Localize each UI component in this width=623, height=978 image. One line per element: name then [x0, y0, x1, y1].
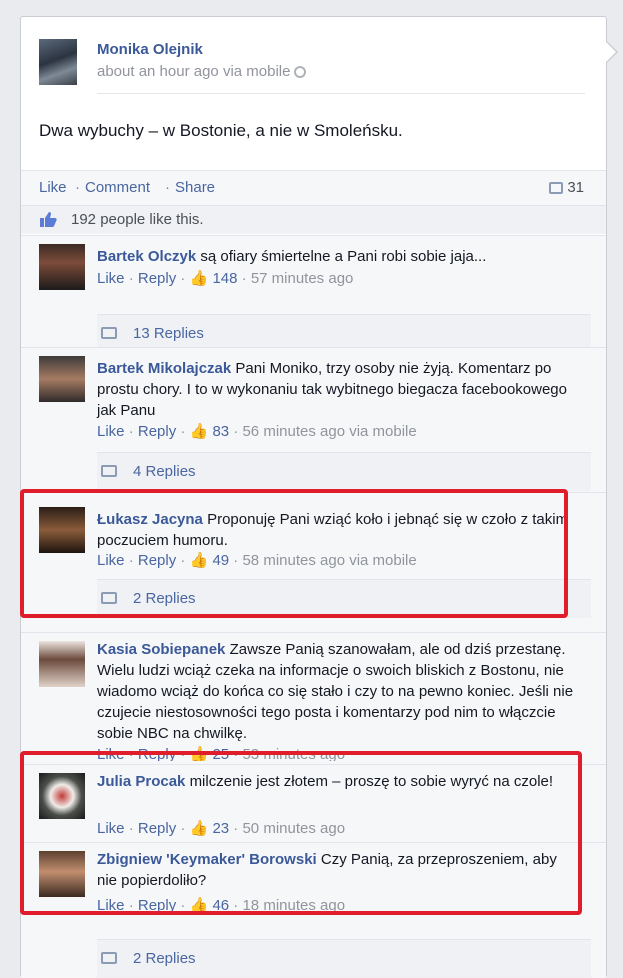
- commenter-avatar[interactable]: [39, 356, 85, 402]
- author-name[interactable]: Monika Olejnik: [97, 41, 203, 58]
- post-actions: Like · Comment · Share 31: [21, 170, 606, 205]
- commenter-name[interactable]: Bartek Mikolajczak: [97, 360, 231, 377]
- replies-bar[interactable]: 2 Replies: [97, 939, 591, 978]
- comment-link[interactable]: Comment: [85, 179, 150, 196]
- share-link[interactable]: Share: [175, 179, 215, 196]
- post-meta: about an hour ago via mobile: [97, 63, 307, 80]
- comment-reply-link[interactable]: Reply: [138, 423, 176, 440]
- comment-meta: Like · Reply · 👍 83 · 56 minutes ago via…: [97, 423, 417, 440]
- comment-text: Kasia Sobiepanek Zawsze Panią szanowałam…: [97, 639, 577, 744]
- replies-bar[interactable]: 4 Replies: [97, 452, 591, 491]
- reply-icon: [101, 952, 117, 964]
- comment-like-link[interactable]: Like: [97, 270, 125, 287]
- comment-time[interactable]: 57 minutes ago: [251, 270, 354, 287]
- comment-body: są ofiary śmiertelne a Pani robi sobie j…: [200, 248, 487, 265]
- commenter-name[interactable]: Bartek Olczyk: [97, 248, 196, 265]
- reply-icon: [101, 327, 117, 339]
- highlight-box: [20, 751, 582, 915]
- commenter-avatar[interactable]: [39, 244, 85, 290]
- comment-like-value: 148: [212, 270, 238, 287]
- likes-bar: 192 people like this.: [21, 205, 606, 234]
- comment-text: Bartek Mikolajczak Pani Moniko, trzy oso…: [97, 358, 577, 421]
- replies-link[interactable]: 13 Replies: [133, 325, 204, 342]
- commenter-avatar[interactable]: [39, 641, 85, 687]
- comment-time[interactable]: 56 minutes ago via mobile: [242, 423, 416, 440]
- replies-link[interactable]: 4 Replies: [133, 463, 196, 480]
- comment-like-link[interactable]: Like: [97, 423, 125, 440]
- commenter-name[interactable]: Kasia Sobiepanek: [97, 641, 225, 658]
- comment-like-count[interactable]: 👍 83: [190, 423, 230, 440]
- reply-icon: [101, 465, 117, 477]
- action-sep: ·: [75, 179, 80, 196]
- status-text: Dwa wybuchy – w Bostonie, a nie w Smoleń…: [39, 121, 403, 140]
- comment-count[interactable]: 31: [549, 179, 584, 196]
- author-avatar[interactable]: [39, 39, 77, 85]
- replies-link[interactable]: 2 Replies: [133, 950, 196, 967]
- action-sep: ·: [165, 179, 170, 196]
- card-caret: [606, 42, 616, 62]
- comment-text: Bartek Olczyk są ofiary śmiertelne a Pan…: [97, 246, 577, 267]
- highlight-box: [20, 489, 568, 618]
- comment-meta: Like · Reply · 👍 148 · 57 minutes ago: [97, 270, 354, 287]
- comment-reply-link[interactable]: Reply: [138, 270, 176, 287]
- likes-text[interactable]: 192 people like this.: [71, 211, 204, 228]
- like-link[interactable]: Like: [39, 179, 67, 196]
- comment-count-value: 31: [567, 179, 584, 196]
- comment: Bartek Mikolajczak Pani Moniko, trzy oso…: [21, 347, 606, 498]
- comment-like-value: 83: [212, 423, 230, 440]
- post-meta-text: about an hour ago via mobile: [97, 63, 291, 80]
- comment-icon: [549, 182, 564, 194]
- comment: Kasia Sobiepanek Zawsze Panią szanowałam…: [21, 632, 606, 765]
- comment-like-count[interactable]: 👍 148: [190, 270, 238, 287]
- divider: [97, 93, 585, 94]
- thumbs-up-icon: [40, 212, 57, 227]
- globe-icon[interactable]: [294, 66, 307, 78]
